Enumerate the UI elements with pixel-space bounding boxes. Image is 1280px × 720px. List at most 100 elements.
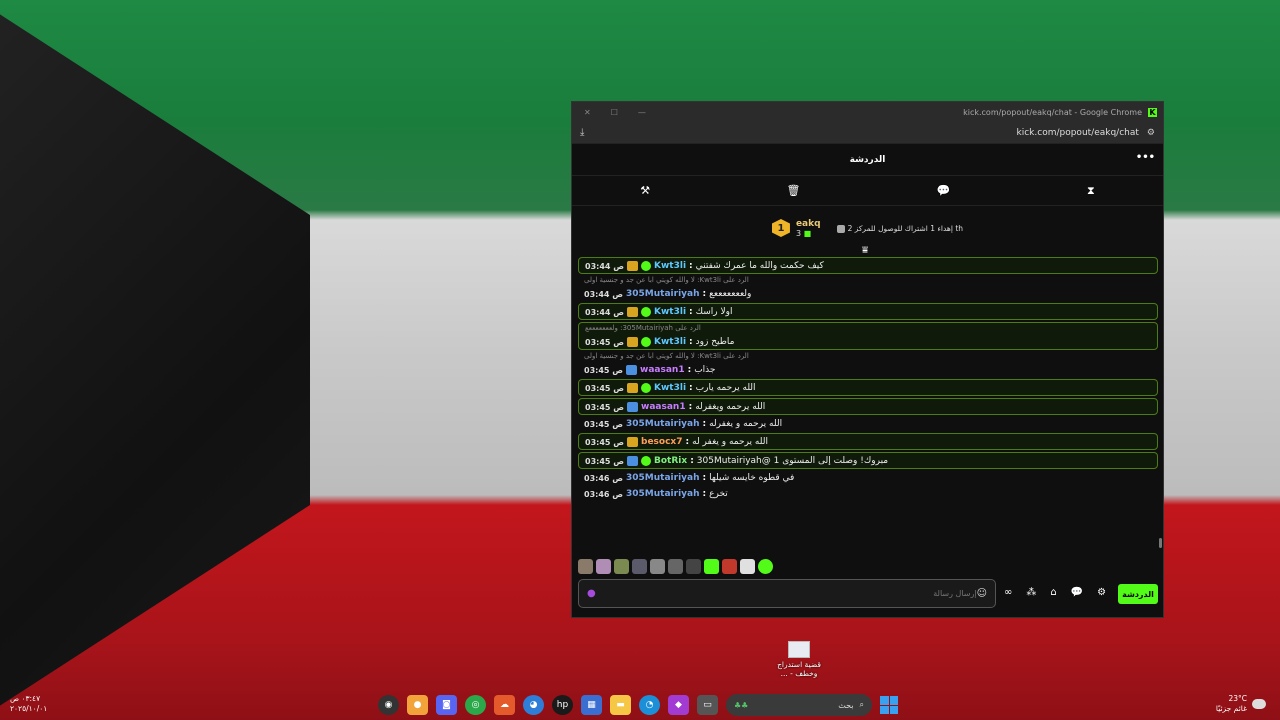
colon-separator: : (702, 419, 707, 429)
gifter-name[interactable]: eakq (796, 219, 821, 229)
send-chat-button[interactable]: الدردشة (1118, 584, 1158, 604)
emote-icon[interactable] (722, 559, 737, 574)
verified-badge-icon (641, 456, 652, 466)
trash-icon[interactable]: 🗑 (787, 184, 801, 197)
store-app-icon[interactable]: ▦ (581, 695, 602, 715)
message-username[interactable]: Kwt3li (654, 261, 686, 271)
discord-icon[interactable]: ◙ (436, 695, 457, 715)
globe-icon[interactable]: ◕ (523, 695, 544, 715)
minimize-icon[interactable]: — (638, 108, 646, 117)
hp-icon[interactable]: hp (552, 695, 573, 715)
app-icon[interactable]: ◉ (378, 695, 399, 715)
copilot-icon[interactable]: ◆ (668, 695, 689, 715)
more-options-icon[interactable]: ••• (1136, 152, 1155, 163)
emote-icon[interactable] (686, 559, 701, 574)
chat-message[interactable]: الرد على Kwt3li: لا والله كويتي ابا عن ج… (578, 276, 1158, 301)
goal-text: إهداء 1 اشتراك للوصول للمركز 2 th (847, 223, 964, 233)
task-view-icon[interactable]: ▭ (697, 695, 718, 715)
message-line: 03:45 ص waasan1: الله يرحمه ويغفرله (579, 400, 1157, 414)
chrome-icon[interactable]: ◎ (465, 695, 486, 715)
message-username[interactable]: 305Mutairiyah (626, 419, 699, 429)
message-username[interactable]: besocx7 (641, 437, 683, 447)
message-username[interactable]: waasan1 (641, 402, 686, 412)
hourglass-icon[interactable]: ⧗ (1087, 184, 1095, 198)
rank-badge: 1 (771, 219, 790, 237)
colon-separator: : (687, 365, 692, 375)
desktop-file-label-1: قضية استدراج (777, 660, 821, 669)
close-icon[interactable]: ✕ (584, 108, 591, 117)
message-input[interactable] (601, 589, 977, 598)
url-text[interactable]: kick.com/popout/eakq/chat (1017, 128, 1139, 138)
maximize-icon[interactable]: ☐ (611, 108, 618, 117)
message-time: 03:44 ص (585, 307, 625, 317)
weather-widget[interactable]: 23°C غائم جزئيًا (1216, 694, 1266, 714)
chat-bubble-icon[interactable]: 💬 (937, 184, 951, 197)
app-icon[interactable]: ● (407, 695, 428, 715)
reply-context[interactable]: الرد على Kwt3li: لا والله كويتي ابا عن ج… (578, 352, 1158, 363)
chat-message[interactable]: 03:44 ص Kwt3li: اولا راسك (578, 303, 1158, 320)
message-line: 03:45 ص waasan1: جذاب (578, 363, 1158, 377)
search-highlight-icon: ♣♣ (734, 700, 749, 710)
chrome-popup-window: ✕ ☐ — kick.com/popout/eakq/chat - Google… (571, 101, 1164, 618)
download-icon[interactable]: ⤓ (580, 127, 584, 138)
emote-icon[interactable] (740, 559, 755, 574)
taskbar-search[interactable]: ♣♣ بحث ⌕ (726, 694, 872, 716)
chat-message[interactable]: 03:45 ص 305Mutairiyah: الله يرحمه و يغفرله (578, 417, 1158, 431)
store-icon[interactable]: ⌂ (1050, 587, 1056, 598)
emote-icon[interactable] (632, 559, 647, 574)
message-line: 03:46 ص 305Mutairiyah: في قطوه خايسه شيلها (578, 471, 1158, 485)
chat-message[interactable]: 03:45 ص besocx7: الله يرحمه و يغفر له (578, 433, 1158, 450)
chat-message[interactable]: 03:45 ص BotRix: مبروك! وصلت إلى المستوى 1 … (578, 452, 1158, 469)
chat-message[interactable]: 03:44 ص Kwt3li: كيف حكمت والله ما عمرك شفت… (578, 257, 1158, 274)
start-windows-icon[interactable] (880, 696, 898, 714)
chat-message[interactable]: 03:45 ص Kwt3li: الله يرحمه يارب (578, 379, 1158, 396)
chat-messages-list: 03:44 ص Kwt3li: كيف حكمت والله ما عمرك شفت… (578, 257, 1158, 553)
message-username[interactable]: Kwt3li (654, 307, 686, 317)
gift-icon: ■ (803, 228, 812, 238)
top-gifter-banner: 1 eakq 3 ■ إهداء 1 اشتراك للوصول للمركز … (572, 206, 1163, 256)
chat-message[interactable]: الرد على 305Mutairiyah: ولعععععععع 03:45 … (578, 322, 1158, 350)
emote-icon[interactable] (704, 559, 719, 574)
emote-icon[interactable] (758, 559, 773, 574)
message-username[interactable]: Kwt3li (654, 337, 686, 347)
message-line: 03:45 ص besocx7: الله يرحمه و يغفر له (579, 435, 1157, 449)
chat-icon[interactable]: 💬 (1071, 587, 1083, 598)
message-line: 03:44 ص Kwt3li: كيف حكمت والله ما عمرك شفت… (579, 259, 1157, 273)
cloud-icon[interactable]: ☁ (494, 695, 515, 715)
infinity-icon[interactable]: ∞ (1004, 587, 1012, 598)
microphone-icon[interactable]: ● (587, 588, 596, 599)
chat-message[interactable]: 03:45 ص waasan1: الله يرحمه ويغفرله (578, 398, 1158, 415)
emote-icon[interactable] (614, 559, 629, 574)
message-input-box: ● ☺ (578, 579, 996, 608)
message-time: 03:45 ص (585, 383, 625, 393)
message-line: 03:46 ص 305Mutairiyah: تخرع (578, 487, 1158, 501)
users-icon[interactable]: ⁂ (1026, 587, 1036, 598)
message-username[interactable]: Kwt3li (654, 383, 686, 393)
file-explorer-icon[interactable]: ▬ (610, 695, 631, 715)
emote-icon[interactable] (650, 559, 665, 574)
settings-gear-icon[interactable]: ⚙ (1097, 587, 1106, 598)
emote-icon[interactable] (596, 559, 611, 574)
chat-message[interactable]: الرد على Kwt3li: لا والله كويتي ابا عن ج… (578, 352, 1158, 377)
site-settings-icon[interactable]: ⚙ (1147, 128, 1155, 138)
desktop-file-icon[interactable]: قضية استدراج ... - وخطف (773, 641, 825, 678)
emote-icon[interactable] (578, 559, 593, 574)
emoji-icon[interactable]: ☺ (977, 588, 987, 599)
edge-icon[interactable]: ◔ (639, 695, 660, 715)
message-username[interactable]: 305Mutairiyah (626, 473, 699, 483)
clock[interactable]: ٠٣:٤٧ ص ٢٠٢٥/١٠/٠١ (10, 694, 47, 714)
reply-context[interactable]: الرد على Kwt3li: لا والله كويتي ابا عن ج… (578, 276, 1158, 287)
message-username[interactable]: BotRix (654, 456, 687, 466)
mod-hammer-icon[interactable]: ⚒ (640, 184, 650, 197)
reply-context[interactable]: الرد على 305Mutairiyah: ولعععععععع (579, 324, 1157, 335)
chat-message[interactable]: 03:46 ص 305Mutairiyah: تخرع (578, 487, 1158, 501)
emote-icon[interactable] (668, 559, 683, 574)
chat-message[interactable]: 03:46 ص 305Mutairiyah: في قطوه خايسه شيلها (578, 471, 1158, 485)
message-time: 03:44 ص (584, 289, 624, 299)
goal-icon (836, 224, 845, 233)
message-username[interactable]: 305Mutairiyah (626, 289, 699, 299)
message-username[interactable]: 305Mutairiyah (626, 489, 699, 499)
pinned-filter-icon[interactable]: ⩸ (862, 245, 868, 256)
scrollbar[interactable] (1159, 538, 1162, 548)
message-username[interactable]: waasan1 (640, 365, 685, 375)
